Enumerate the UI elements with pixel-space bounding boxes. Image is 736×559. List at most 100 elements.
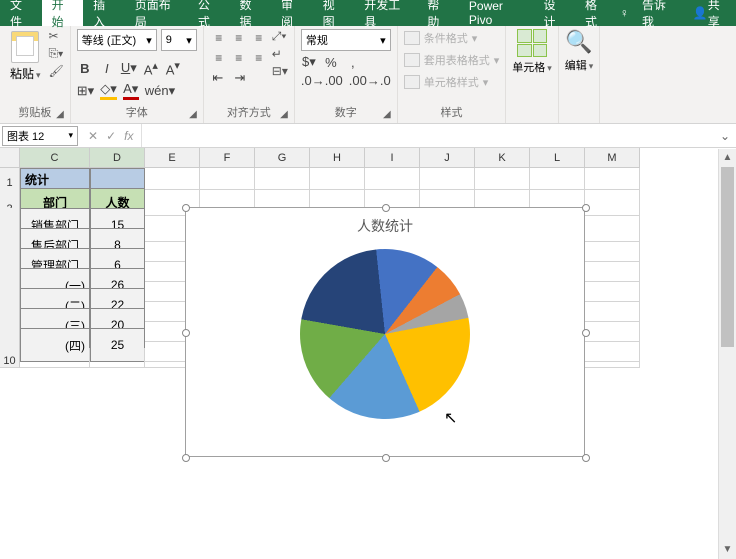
tab-developer[interactable]: 开发工具 — [354, 0, 417, 26]
comma-button[interactable]: , — [345, 55, 361, 70]
align-bottom[interactable]: ≡ — [250, 29, 268, 47]
col-header-E[interactable]: E — [145, 148, 200, 168]
resize-handle[interactable] — [382, 454, 390, 462]
bold-button[interactable]: B — [77, 61, 93, 76]
name-box[interactable]: 图表 12▾ — [2, 126, 78, 146]
col-header-L[interactable]: L — [530, 148, 585, 168]
fill-color-button[interactable]: ◇▾ — [100, 81, 117, 100]
cell-K1[interactable] — [475, 168, 530, 190]
font-shrink-button[interactable]: A▾ — [165, 59, 181, 77]
tab-view[interactable]: 视图 — [313, 0, 355, 26]
cell-D1[interactable] — [90, 168, 145, 190]
tab-review[interactable]: 审阅 — [271, 0, 313, 26]
font-launcher[interactable]: ◢ — [189, 109, 197, 120]
resize-handle[interactable] — [382, 204, 390, 212]
chart-title[interactable]: 人数统计 — [186, 208, 584, 244]
tab-formulas[interactable]: 公式 — [188, 0, 230, 26]
cell-F1[interactable] — [200, 168, 255, 190]
scroll-thumb[interactable] — [721, 167, 734, 347]
increase-decimal[interactable]: .0→.00 — [301, 73, 343, 88]
align-center[interactable]: ≡ — [230, 49, 248, 67]
decrease-decimal[interactable]: .00→.0 — [349, 73, 391, 88]
tab-insert[interactable]: 插入 — [83, 0, 125, 26]
underline-button[interactable]: U▾ — [121, 60, 137, 76]
align-left[interactable]: ≡ — [210, 49, 228, 67]
col-header-C[interactable]: C — [20, 148, 90, 168]
align-top[interactable]: ≡ — [210, 29, 228, 47]
merge-button[interactable]: ⊟▾ — [272, 64, 288, 78]
cells-button[interactable]: 单元格 — [512, 29, 552, 75]
row-header-1[interactable]: 1 — [0, 168, 20, 190]
indent-dec[interactable]: ⇤ — [210, 70, 226, 86]
row-header-10[interactable]: 10 — [0, 348, 20, 368]
chart-object[interactable]: 人数统计 ↖ — [185, 207, 585, 457]
scroll-down-icon[interactable]: ▼ — [719, 541, 736, 559]
fx-icon[interactable]: fx — [124, 129, 133, 143]
cell-H1[interactable] — [310, 168, 365, 190]
formula-expand[interactable]: ⌄ — [714, 129, 736, 143]
tell-me[interactable]: 告诉我 — [632, 0, 683, 26]
phonetic-button[interactable]: wén▾ — [145, 83, 175, 99]
worksheet[interactable]: CDEFGHIJKLM1统计2部门人数3销售部门154售后部门85管理部门66(… — [0, 148, 716, 368]
col-header-J[interactable]: J — [420, 148, 475, 168]
currency-button[interactable]: $▾ — [301, 54, 317, 70]
col-header-I[interactable]: I — [365, 148, 420, 168]
col-header-G[interactable]: G — [255, 148, 310, 168]
vertical-scrollbar[interactable]: ▲ ▼ — [718, 149, 736, 559]
format-painter-button[interactable]: 🖌 — [49, 64, 64, 78]
font-size-select[interactable]: 9▾ — [161, 29, 197, 51]
number-format-select[interactable]: 常规▾ — [301, 29, 391, 51]
tab-file[interactable]: 文件 — [0, 0, 42, 26]
col-header-F[interactable]: F — [200, 148, 255, 168]
tab-help[interactable]: 帮助 — [417, 0, 459, 26]
tab-format[interactable]: 格式 — [575, 0, 617, 26]
italic-button[interactable]: I — [99, 61, 115, 76]
scroll-up-icon[interactable]: ▲ — [719, 149, 736, 167]
tab-design[interactable]: 设计 — [533, 0, 575, 26]
tab-powerpivot[interactable]: Power Pivo — [459, 0, 534, 26]
col-header-H[interactable]: H — [310, 148, 365, 168]
tab-page-layout[interactable]: 页面布局 — [125, 0, 188, 26]
select-all-corner[interactable] — [0, 148, 20, 168]
border-button[interactable]: ⊞▾ — [77, 83, 94, 99]
paste-button[interactable]: 粘贴 — [6, 29, 45, 84]
cell-I1[interactable] — [365, 168, 420, 190]
cell-D10[interactable] — [90, 348, 145, 368]
formula-input[interactable] — [141, 124, 713, 147]
cell-M10[interactable] — [585, 348, 640, 368]
cell-C1[interactable]: 统计 — [20, 168, 90, 190]
font-grow-button[interactable]: A▴ — [143, 59, 159, 77]
resize-handle[interactable] — [582, 329, 590, 337]
copy-button[interactable]: ⎘▾ — [49, 46, 64, 61]
resize-handle[interactable] — [582, 204, 590, 212]
col-header-K[interactable]: K — [475, 148, 530, 168]
resize-handle[interactable] — [182, 329, 190, 337]
wrap-text-button[interactable]: ↵ — [272, 47, 288, 61]
cut-button[interactable]: ✂ — [49, 29, 64, 43]
tab-data[interactable]: 数据 — [229, 0, 271, 26]
align-middle[interactable]: ≡ — [230, 29, 248, 47]
orientation-button[interactable]: ⤢▾ — [272, 29, 288, 44]
cell-M1[interactable] — [585, 168, 640, 190]
editing-button[interactable]: 🔍 编辑 — [565, 29, 594, 73]
indent-inc[interactable]: ⇥ — [232, 70, 248, 86]
resize-handle[interactable] — [182, 204, 190, 212]
cell-E1[interactable] — [145, 168, 200, 190]
clipboard-launcher[interactable]: ◢ — [56, 109, 64, 120]
col-header-M[interactable]: M — [585, 148, 640, 168]
cell-C10[interactable] — [20, 348, 90, 368]
number-launcher[interactable]: ◢ — [383, 109, 391, 120]
tab-home[interactable]: 开始 — [42, 0, 84, 26]
col-header-D[interactable]: D — [90, 148, 145, 168]
cell-G1[interactable] — [255, 168, 310, 190]
alignment-launcher[interactable]: ◢ — [280, 109, 288, 120]
font-color-button[interactable]: A▾ — [123, 81, 139, 100]
cell-J1[interactable] — [420, 168, 475, 190]
pie-chart[interactable] — [292, 241, 479, 428]
resize-handle[interactable] — [582, 454, 590, 462]
font-name-select[interactable]: 等线 (正文)▾ — [77, 29, 157, 51]
align-right[interactable]: ≡ — [250, 49, 268, 67]
cell-L1[interactable] — [530, 168, 585, 190]
percent-button[interactable]: % — [323, 55, 339, 70]
share-button[interactable]: 👤共享 — [683, 0, 736, 26]
